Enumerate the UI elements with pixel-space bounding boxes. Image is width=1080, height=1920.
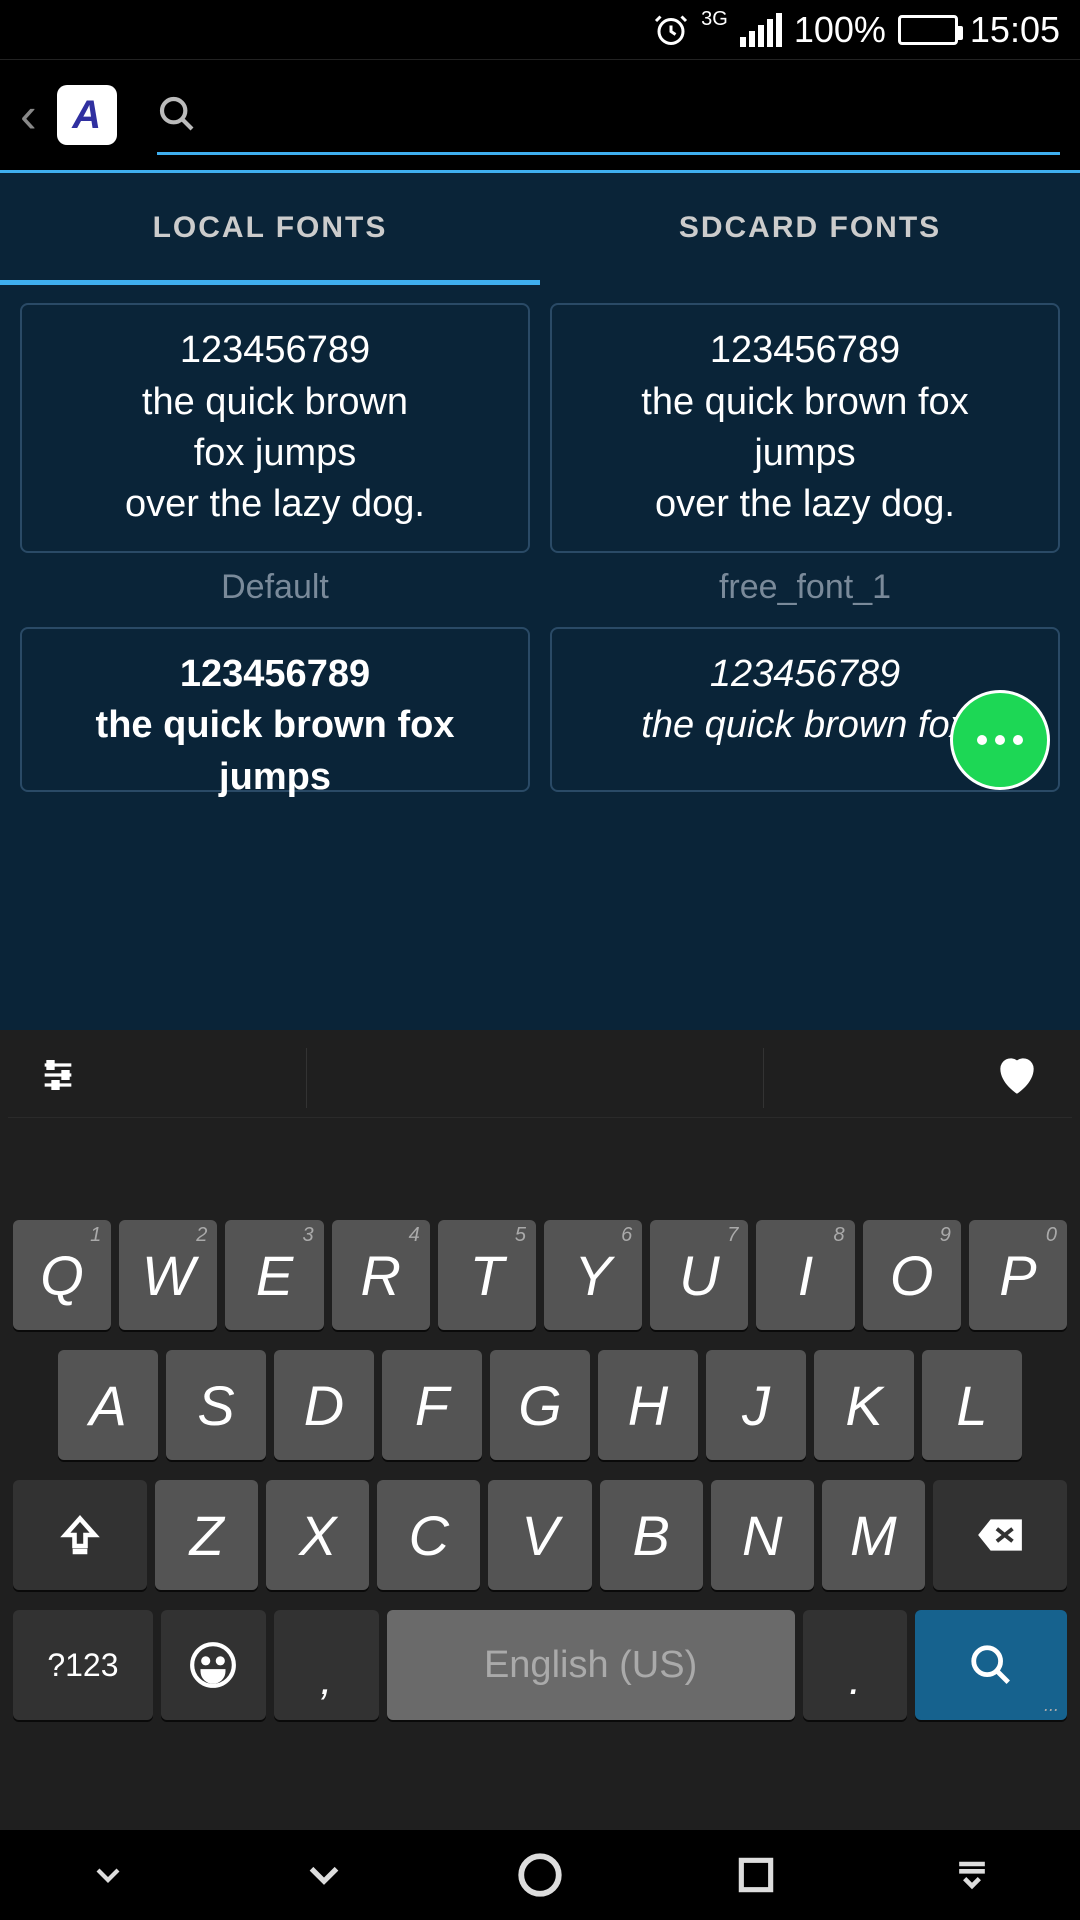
comma-key[interactable]: , — [274, 1610, 379, 1720]
navigation-bar — [0, 1830, 1080, 1920]
font-slot-default[interactable]: 123456789 the quick brown fox jumps over… — [20, 303, 530, 607]
font-name-label: Default — [221, 568, 329, 607]
font-name-label: free_font_1 — [719, 568, 891, 607]
backspace-key[interactable] — [933, 1480, 1067, 1590]
search-action-key[interactable]: ... — [915, 1610, 1067, 1720]
signal-icon — [740, 13, 782, 47]
heart-icon[interactable] — [992, 1050, 1042, 1105]
key-w[interactable]: W2 — [119, 1220, 217, 1330]
tab-sdcard-fonts[interactable]: SDCARD FONTS — [540, 173, 1080, 283]
key-j[interactable]: J — [706, 1350, 806, 1460]
keyboard-toolbar — [8, 1038, 1072, 1118]
network-type: 3G — [701, 8, 728, 31]
emoji-key[interactable] — [161, 1610, 266, 1720]
font-slot-3[interactable]: 123456789 the quick brown fox jumps — [20, 627, 530, 792]
key-l[interactable]: L — [922, 1350, 1022, 1460]
key-i[interactable]: I8 — [756, 1220, 854, 1330]
key-n[interactable]: N — [711, 1480, 814, 1590]
key-g[interactable]: G — [490, 1350, 590, 1460]
font-preview: 123456789 the quick brown fox jumps over… — [550, 303, 1060, 553]
search-icon — [157, 94, 197, 134]
key-r[interactable]: R4 — [332, 1220, 430, 1330]
period-key[interactable]: . — [803, 1610, 908, 1720]
search-input[interactable] — [157, 75, 1060, 155]
alarm-icon — [653, 12, 689, 48]
key-c[interactable]: C — [377, 1480, 480, 1590]
nav-menu[interactable] — [942, 1845, 1002, 1905]
content-area: LOCAL FONTS SDCARD FONTS 123456789 the q… — [0, 170, 1080, 1030]
key-d[interactable]: D — [274, 1350, 374, 1460]
keyboard: Q1W2E3R4T5Y6U7I8O9P0 ASDFGHJKL ZXCVBNM ?… — [0, 1030, 1080, 1830]
nav-back[interactable] — [294, 1845, 354, 1905]
spacebar-key[interactable]: English (US) — [387, 1610, 795, 1720]
font-preview: 123456789 the quick brown fox jumps over… — [20, 303, 530, 553]
key-k[interactable]: K — [814, 1350, 914, 1460]
key-v[interactable]: V — [488, 1480, 591, 1590]
font-preview: 123456789 the quick brown fox jumps — [20, 627, 530, 792]
tab-local-fonts[interactable]: LOCAL FONTS — [0, 173, 540, 283]
key-y[interactable]: Y6 — [544, 1220, 642, 1330]
nav-hide-keyboard[interactable] — [78, 1845, 138, 1905]
fab-more-button[interactable] — [950, 690, 1050, 790]
key-o[interactable]: O9 — [863, 1220, 961, 1330]
clock: 15:05 — [970, 9, 1060, 51]
status-bar: 3G 100% 15:05 — [0, 0, 1080, 60]
battery-percent: 100% — [794, 9, 886, 51]
key-x[interactable]: X — [266, 1480, 369, 1590]
key-u[interactable]: U7 — [650, 1220, 748, 1330]
key-p[interactable]: P0 — [969, 1220, 1067, 1330]
nav-home[interactable] — [510, 1845, 570, 1905]
key-a[interactable]: A — [58, 1350, 158, 1460]
battery-icon — [898, 15, 958, 45]
key-b[interactable]: B — [600, 1480, 703, 1590]
key-f[interactable]: F — [382, 1350, 482, 1460]
key-e[interactable]: E3 — [225, 1220, 323, 1330]
symbols-key[interactable]: ?123 — [13, 1610, 153, 1720]
key-q[interactable]: Q1 — [13, 1220, 111, 1330]
app-icon[interactable]: A — [57, 85, 117, 145]
font-grid: 123456789 the quick brown fox jumps over… — [0, 283, 1080, 812]
back-button[interactable]: ‹ — [20, 86, 37, 144]
app-header: ‹ A — [0, 60, 1080, 170]
key-z[interactable]: Z — [155, 1480, 258, 1590]
key-h[interactable]: H — [598, 1350, 698, 1460]
key-s[interactable]: S — [166, 1350, 266, 1460]
font-slot-free-font-1[interactable]: 123456789 the quick brown fox jumps over… — [550, 303, 1060, 607]
keyboard-settings-icon[interactable] — [38, 1055, 78, 1100]
shift-key[interactable] — [13, 1480, 147, 1590]
nav-recent[interactable] — [726, 1845, 786, 1905]
key-m[interactable]: M — [822, 1480, 925, 1590]
tabs: LOCAL FONTS SDCARD FONTS — [0, 173, 1080, 283]
key-t[interactable]: T5 — [438, 1220, 536, 1330]
